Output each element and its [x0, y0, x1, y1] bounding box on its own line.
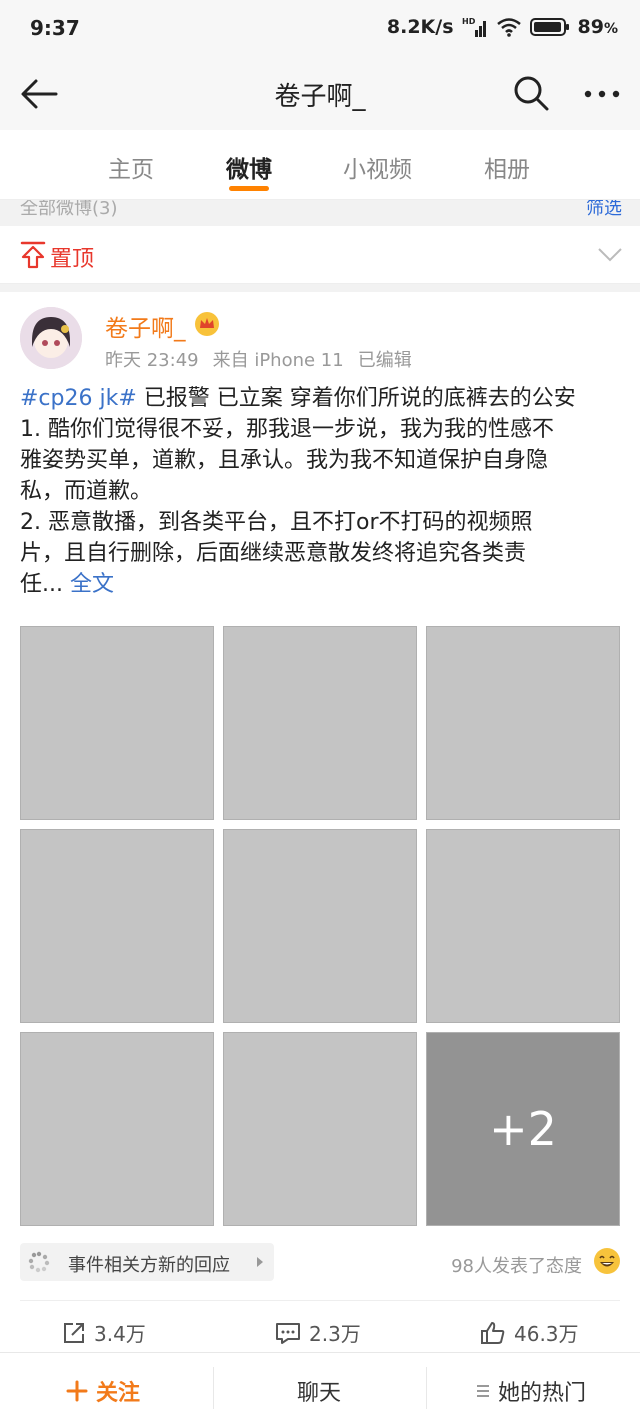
tab-weibo[interactable]: 微博 [226, 150, 272, 184]
vip-crown-icon [195, 312, 219, 336]
edited-label: 已编辑 [357, 350, 412, 371]
caret-right-icon [257, 1257, 263, 1267]
event-response-link[interactable]: 事件相关方新的回应 [20, 1243, 274, 1281]
bottom-bar: 关注 聊天 她的热门 [0, 1352, 640, 1422]
image-grid: +2 [20, 626, 620, 1226]
repost-count: 3.4万 [94, 1322, 146, 1346]
post-text: #cp26 jk# 已报警 已立案 穿着你们所说的底裤去的公安 1. 酷你们觉得… [20, 386, 576, 597]
post-image[interactable] [223, 829, 417, 1023]
filter-button[interactable]: 筛选 [586, 200, 622, 220]
post-source: 来自 iPhone 11 [212, 350, 344, 371]
event-label: 事件相关方新的回应 [68, 1255, 230, 1276]
pinned-label: 置顶 [50, 247, 95, 272]
pinned-row[interactable]: 置顶 [0, 226, 640, 284]
post-image[interactable] [20, 829, 214, 1023]
loading-spinner-icon [28, 1251, 50, 1273]
post-actions: 3.4万 2.3万 46.3万 [0, 1302, 640, 1352]
wifi-icon [496, 18, 521, 37]
repost-button[interactable]: 3.4万 [62, 1318, 146, 1347]
post-image[interactable] [223, 1032, 417, 1226]
more-icon[interactable] [582, 76, 622, 112]
tab-home[interactable]: 主页 [108, 150, 154, 184]
avatar-image [20, 307, 82, 369]
reactions-count[interactable]: 98人发表了态度 [451, 1252, 582, 1278]
signal-icon: HD [462, 17, 486, 37]
tab-indicator [229, 186, 269, 191]
network-speed: 8.2K/s [386, 16, 454, 38]
like-count: 46.3万 [514, 1322, 579, 1346]
thumbs-up-icon [481, 1321, 505, 1344]
plus-icon [66, 1380, 88, 1402]
post-image[interactable] [426, 829, 620, 1023]
repost-icon [64, 1322, 84, 1343]
post-meta: 昨天 23:49 来自 iPhone 11 已编辑 [105, 346, 426, 372]
profile-tabs: 主页 微博 小视频 相册 [0, 130, 640, 200]
topic-link[interactable]: #cp26 jk# [20, 386, 137, 411]
tab-short-video[interactable]: 小视频 [343, 150, 412, 184]
search-icon[interactable] [512, 74, 550, 112]
battery-level: 89% [577, 16, 618, 38]
list-icon [477, 1385, 489, 1397]
comment-icon [276, 1322, 300, 1344]
battery-icon [529, 18, 569, 36]
chevron-down-icon[interactable] [597, 244, 623, 264]
pin-icon [20, 241, 46, 269]
status-time: 9:37 [30, 16, 80, 40]
nav-bar: 卷子啊_ [0, 58, 640, 130]
post-image-more[interactable]: +2 [426, 1032, 620, 1226]
full-text-link[interactable]: 全文 [70, 572, 114, 597]
chat-button[interactable]: 聊天 [297, 1375, 341, 1407]
more-images-count: +2 [427, 1033, 619, 1225]
post-image[interactable] [20, 626, 214, 820]
post-time: 昨天 23:49 [105, 350, 199, 371]
post-image[interactable] [426, 626, 620, 820]
hot-posts-button[interactable]: 她的热门 [476, 1375, 586, 1407]
filter-strip: 全部微博(3) 筛选 [0, 200, 640, 226]
follow-button[interactable]: 关注 [66, 1375, 140, 1407]
comment-button[interactable]: 2.3万 [275, 1318, 361, 1347]
post-count: 全部微博(3) [20, 200, 118, 219]
post-image[interactable] [223, 626, 417, 820]
post-image[interactable] [20, 1032, 214, 1226]
grin-emoji-icon [594, 1248, 620, 1274]
status-bar: 9:37 8.2K/s HD 89% [0, 0, 640, 58]
like-button[interactable]: 46.3万 [480, 1318, 579, 1347]
svg-text:HD: HD [462, 17, 476, 26]
tab-album[interactable]: 相册 [484, 150, 530, 184]
author-name[interactable]: 卷子啊_ [105, 309, 186, 343]
avatar[interactable] [20, 307, 82, 369]
comment-count: 2.3万 [309, 1322, 361, 1346]
